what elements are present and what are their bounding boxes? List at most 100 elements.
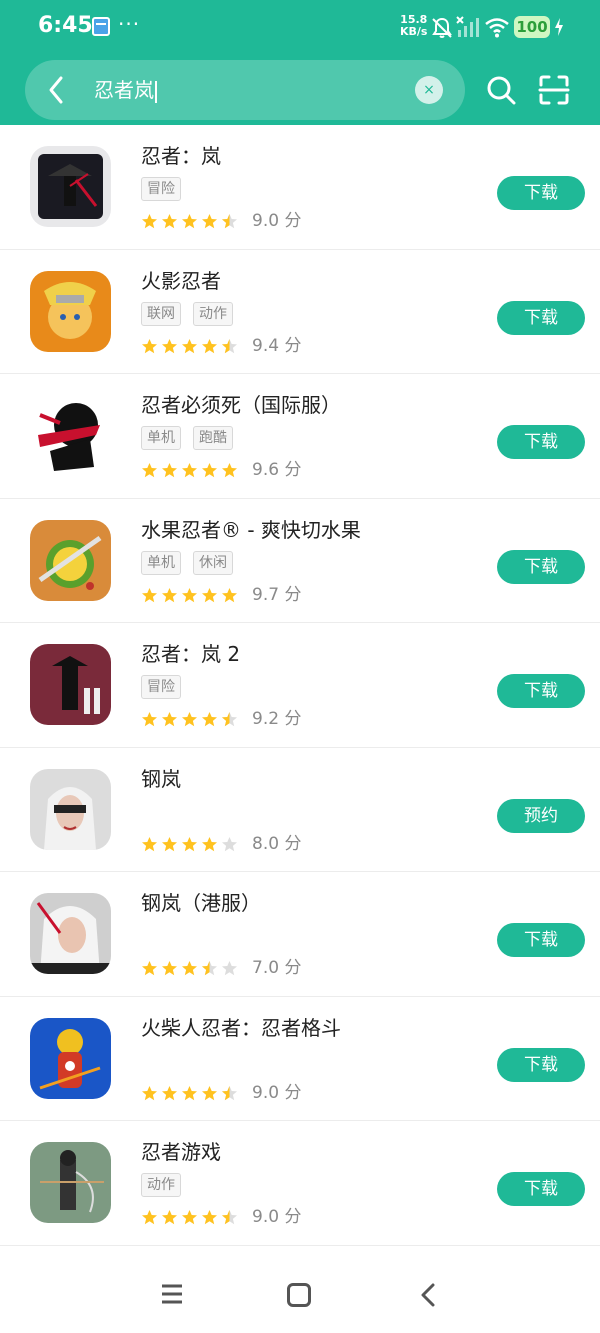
app-icon[interactable] bbox=[30, 519, 111, 601]
star-full-icon bbox=[161, 711, 178, 728]
app-tag: 休闲 bbox=[193, 550, 233, 575]
app-icon[interactable] bbox=[30, 893, 111, 974]
app-tags: 冒险 bbox=[141, 675, 193, 701]
app-tag: 单机 bbox=[141, 550, 181, 575]
download-button[interactable]: 下载 bbox=[497, 176, 585, 210]
app-name[interactable]: 钢岚（港服） bbox=[141, 888, 261, 918]
home-icon[interactable] bbox=[287, 1283, 311, 1307]
app-row[interactable]: 忍者：岚 2 冒险 9.2 分 下载 bbox=[0, 623, 600, 748]
search-input[interactable]: 忍者岚 bbox=[94, 76, 157, 104]
star-rating bbox=[141, 211, 241, 231]
app-name[interactable]: 水果忍者® - 爽快切水果 bbox=[141, 515, 361, 545]
download-button[interactable]: 下载 bbox=[497, 1172, 585, 1206]
star-rating bbox=[141, 460, 241, 480]
star-full-icon bbox=[141, 836, 158, 853]
star-full-icon bbox=[181, 462, 198, 479]
app-row[interactable]: 钢岚 8.0 分 预约 bbox=[0, 748, 600, 872]
star-rating bbox=[141, 958, 241, 978]
status-bar: 6:45 ··· 15.8 KB/s 100 bbox=[0, 0, 600, 56]
app-row[interactable]: 钢岚（港服） 7.0 分 下载 bbox=[0, 872, 600, 997]
close-icon[interactable]: × bbox=[415, 76, 443, 104]
download-button[interactable]: 下载 bbox=[497, 674, 585, 708]
scan-icon[interactable] bbox=[538, 74, 570, 106]
star-full-icon bbox=[181, 1085, 198, 1102]
app-name[interactable]: 钢岚 bbox=[141, 764, 181, 794]
app-row[interactable]: 火柴人忍者：忍者格斗 9.0 分 下载 bbox=[0, 997, 600, 1121]
search-icon[interactable] bbox=[486, 75, 516, 105]
status-time: 6:45 bbox=[38, 13, 93, 38]
star-empty-icon bbox=[221, 836, 238, 853]
rating-score: 9.0 分 bbox=[252, 1207, 302, 1227]
app-icon[interactable] bbox=[30, 270, 111, 352]
app-name[interactable]: 忍者：岚 2 bbox=[141, 639, 240, 669]
star-full-icon bbox=[161, 836, 178, 853]
back-icon[interactable] bbox=[418, 1283, 438, 1307]
star-rating bbox=[141, 709, 241, 729]
star-full-icon bbox=[181, 836, 198, 853]
star-full-icon bbox=[141, 1085, 158, 1102]
star-empty-icon bbox=[221, 960, 238, 977]
app-icon[interactable] bbox=[30, 395, 111, 476]
app-icon[interactable] bbox=[30, 1142, 111, 1223]
star-full-icon bbox=[181, 711, 198, 728]
app-icon[interactable] bbox=[30, 768, 111, 850]
rating-score: 9.6 分 bbox=[252, 460, 302, 480]
wifi-icon bbox=[485, 18, 509, 38]
app-tag: 跑酷 bbox=[193, 426, 233, 450]
app-row[interactable]: 忍者：岚 冒险 9.0 分 下载 bbox=[0, 125, 600, 250]
download-button[interactable]: 下载 bbox=[497, 923, 585, 957]
cell-signal-icon bbox=[456, 16, 479, 37]
rating-score: 9.4 分 bbox=[252, 335, 302, 356]
app-icon[interactable] bbox=[30, 146, 111, 227]
star-full-icon bbox=[201, 213, 218, 230]
app-icon[interactable] bbox=[30, 1017, 111, 1099]
app-tags: 单机 休闲 bbox=[141, 550, 245, 577]
star-full-icon bbox=[181, 213, 198, 230]
menu-icon[interactable] bbox=[160, 1283, 184, 1305]
app-name[interactable]: 忍者：岚 bbox=[141, 141, 221, 171]
app-row[interactable]: 忍者必须死（国际服） 单机 跑酷 9.6 分 下载 bbox=[0, 374, 600, 499]
download-button[interactable]: 下载 bbox=[497, 1047, 585, 1082]
download-button[interactable]: 下载 bbox=[497, 425, 585, 459]
app-name[interactable]: 火影忍者 bbox=[141, 266, 221, 296]
app-row[interactable]: 火影忍者联网 动作 9.4 分 下载 bbox=[0, 250, 600, 374]
app-name[interactable]: 忍者必须死（国际服） bbox=[141, 390, 341, 420]
app-row[interactable]: 水果忍者® - 爽快切水果 单机 休闲 9.7 分 下载 bbox=[0, 499, 600, 623]
star-rating bbox=[141, 336, 241, 356]
star-half-icon bbox=[221, 711, 238, 728]
star-full-icon bbox=[181, 1209, 198, 1226]
text-cursor bbox=[155, 80, 157, 103]
navigation-bar bbox=[0, 1250, 600, 1333]
reserve-button[interactable]: 预约 bbox=[497, 798, 585, 833]
download-button[interactable]: 下载 bbox=[497, 549, 585, 584]
star-half-icon bbox=[221, 1209, 238, 1226]
star-full-icon bbox=[201, 1085, 218, 1102]
download-button[interactable]: 下载 bbox=[497, 300, 585, 335]
star-full-icon bbox=[161, 1085, 178, 1102]
star-full-icon bbox=[141, 1209, 158, 1226]
sim-card-icon bbox=[92, 17, 110, 36]
more-notifications-icon: ··· bbox=[118, 12, 141, 36]
star-half-icon bbox=[221, 1085, 238, 1102]
star-rating bbox=[141, 1083, 241, 1103]
rating-score: 9.2 分 bbox=[252, 709, 302, 729]
app-tags: 联网 动作 bbox=[141, 301, 245, 328]
search-results-list: 忍者：岚 冒险 9.0 分下载 火影忍者 联网 动作 9.4 分下载 忍者必须死（国际服） 单机… bbox=[0, 125, 600, 1246]
app-icon[interactable] bbox=[30, 644, 111, 725]
battery-indicator: 100 bbox=[514, 16, 550, 38]
star-full-icon bbox=[141, 462, 158, 479]
app-tags: 冒险 bbox=[141, 177, 193, 203]
network-speed: 15.8 KB/s bbox=[400, 14, 427, 38]
star-rating bbox=[141, 585, 241, 605]
rating-score: 8.0 分 bbox=[252, 833, 302, 854]
star-full-icon bbox=[201, 711, 218, 728]
app-name[interactable]: 火柴人忍者：忍者格斗 bbox=[141, 1013, 341, 1043]
search-bar[interactable] bbox=[25, 60, 465, 120]
app-tag: 冒险 bbox=[141, 177, 181, 201]
chevron-left-icon[interactable] bbox=[44, 75, 68, 105]
app-row[interactable]: 忍者游戏 动作 9.0 分 下载 bbox=[0, 1121, 600, 1246]
header: 6:45 ··· 15.8 KB/s 100 忍者岚 × bbox=[0, 0, 600, 125]
star-half-icon bbox=[221, 213, 238, 230]
app-name[interactable]: 忍者游戏 bbox=[141, 1137, 221, 1167]
app-tag: 单机 bbox=[141, 426, 181, 450]
